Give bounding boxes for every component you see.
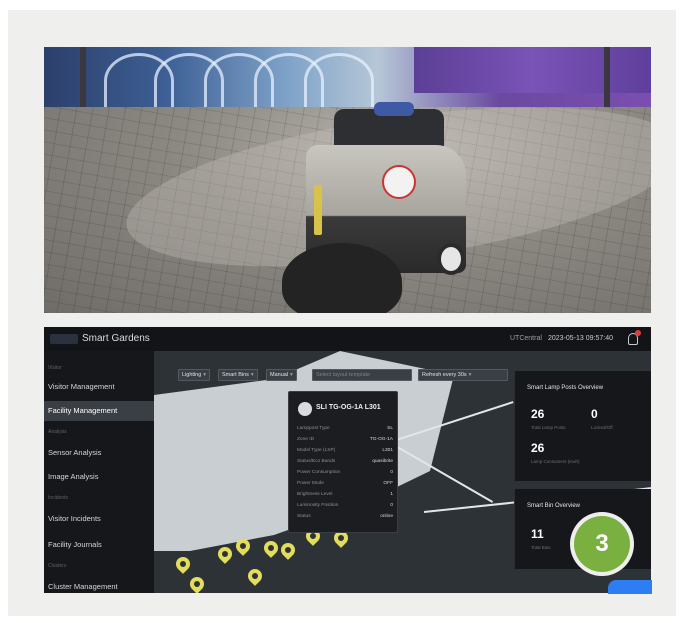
lighting-filter[interactable]: Lighting ▾ xyxy=(178,369,211,381)
robot-photo xyxy=(44,47,651,313)
map-pin[interactable] xyxy=(261,538,281,558)
popup-row: Power Consumption 0 xyxy=(297,470,393,475)
sidebar-group-label: Visitor xyxy=(48,365,62,371)
robot-logo xyxy=(382,165,416,199)
lamp-post-icon xyxy=(298,402,312,416)
popup-row: Luminosity Position 0 xyxy=(297,503,393,508)
popup-row: Status/Eco Bands quasibrite xyxy=(297,459,393,464)
smart-lamp-posts-panel: Smart Lamp Posts Overview 26 Total Lamp … xyxy=(514,371,651,481)
robot-yellow-stripe xyxy=(314,185,322,235)
date-time: 2023-05-13 09:57:40 xyxy=(548,335,613,342)
map-pin[interactable] xyxy=(173,554,193,574)
notification-badge xyxy=(635,330,641,336)
popup-title: SLI TG-OG-1A L301 xyxy=(316,404,381,411)
chevron-down-icon: ▾ xyxy=(250,372,254,378)
sidebar-item-visitor-incidents[interactable]: Visitor Incidents xyxy=(44,509,154,529)
sidebar-item-facility-management[interactable]: Facility Management xyxy=(44,401,154,421)
sidebar-item-image-analysis[interactable]: Image Analysis xyxy=(44,467,154,487)
sidebar-item-sensor-analysis[interactable]: Sensor Analysis xyxy=(44,443,154,463)
map-pin[interactable] xyxy=(187,574,207,593)
panel-title: Smart Lamp Posts Overview xyxy=(527,385,604,391)
popup-row: Brightness Level 1 xyxy=(297,492,393,497)
sidebar-group-label: Analysis xyxy=(48,429,67,435)
sidebar-item-facility-journals[interactable]: Facility Journals xyxy=(44,535,154,555)
filter-label: Manual xyxy=(270,372,289,378)
filter-label: Lighting xyxy=(182,372,202,378)
lamp-post-popup: SLI TG-OG-1A L301 Lamppost Type SL Zone I… xyxy=(288,391,398,533)
map-pin[interactable] xyxy=(278,540,298,560)
robot-brush-base xyxy=(282,243,402,313)
filter-label: Refresh every 30s xyxy=(422,372,467,378)
robot-sensor xyxy=(374,102,414,116)
sidebar-item-cluster-management[interactable]: Cluster Management xyxy=(44,577,154,593)
map-pin[interactable] xyxy=(245,566,265,586)
popup-row: Status online xyxy=(297,514,393,519)
lamp-consumers-label: Lamp Consumers (Kwh) xyxy=(531,459,580,464)
filter-label: Smart Bins xyxy=(222,372,249,378)
sidebar: Visitor Visitor Management Facility Mana… xyxy=(44,351,154,593)
app-title: Smart Gardens xyxy=(82,333,150,344)
top-bar: Smart Gardens UTCentral 2023-05-13 09:57… xyxy=(44,327,651,351)
layout-template-select[interactable]: Select layout template xyxy=(312,369,412,381)
popup-row: Model Type (LSP) L301 xyxy=(297,448,393,453)
app-logo xyxy=(50,334,78,344)
popup-row: Power Mode OFF xyxy=(297,481,393,486)
user-name[interactable]: UTCentral xyxy=(510,335,542,342)
total-bins-value: 11 xyxy=(531,527,544,541)
popup-row: Lamppost Type SL xyxy=(297,426,393,431)
sidebar-item-visitor-management[interactable]: Visitor Management xyxy=(44,377,154,397)
total-lamp-posts-value: 26 xyxy=(531,407,545,421)
chevron-down-icon: ▾ xyxy=(203,372,207,378)
chat-tab[interactable] xyxy=(608,580,652,594)
smart-gardens-dashboard: Smart Gardens UTCentral 2023-05-13 09:57… xyxy=(44,327,651,593)
manual-filter[interactable]: Manual ▾ xyxy=(266,369,297,381)
robot-wheel xyxy=(437,243,465,275)
map-pin[interactable] xyxy=(215,544,235,564)
sidebar-group-label: Incidents xyxy=(48,495,69,501)
panel-title: Smart Bin Overview xyxy=(527,503,581,509)
step-number: 3 xyxy=(574,516,630,572)
purple-banner xyxy=(414,47,651,93)
chevron-down-icon: ▾ xyxy=(290,372,293,378)
popup-row: Zone ID TG-OG-1A xyxy=(297,437,393,442)
locked-off-value: 0 xyxy=(591,407,598,421)
lamp-consumers-value: 26 xyxy=(531,441,545,455)
sidebar-group-label: Clusters xyxy=(48,563,67,569)
locked-off-label: Locked/Off xyxy=(591,425,613,430)
total-bins-label: Total Bins xyxy=(531,545,551,550)
chevron-down-icon: ▾ xyxy=(468,372,472,378)
refresh-interval-select[interactable]: Refresh every 30s ▾ xyxy=(418,369,508,381)
total-lamp-posts-label: Total Lamp Posts xyxy=(531,425,566,430)
smart-bins-filter[interactable]: Smart Bins ▾ xyxy=(218,369,258,381)
step-number-badge: 3 xyxy=(570,512,634,576)
